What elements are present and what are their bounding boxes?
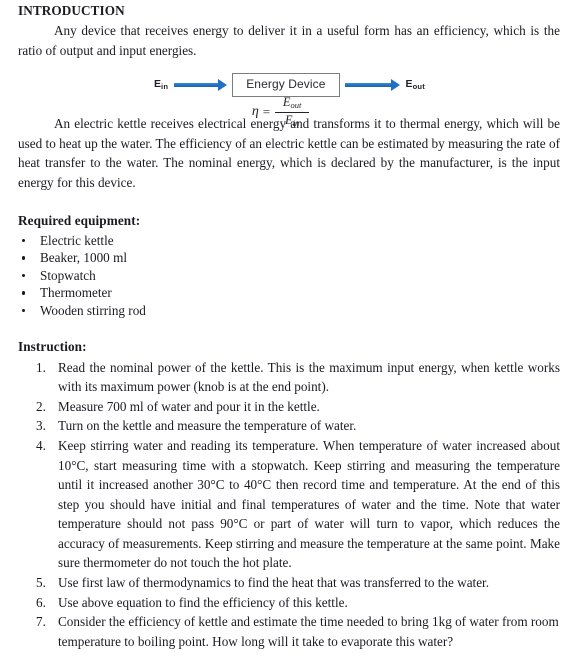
step-text: Measure 700 ml of water and pour it in t… [58, 398, 320, 414]
list-item: 2. Measure 700 ml of water and pour it in… [0, 397, 579, 417]
bullet-icon [22, 273, 26, 278]
instruction-list: 1. Read the nominal power of the kettle. … [0, 358, 579, 652]
energy-output-label: Eout [405, 78, 425, 92]
fraction-numerator: Eout [282, 95, 302, 111]
energy-input-label: Ein [154, 78, 169, 92]
step-number: 3. [36, 418, 46, 434]
instruction-heading: Instruction: [18, 338, 87, 354]
list-item: 3. Turn on the kettle and measure the tem… [0, 416, 579, 436]
list-item: Electric kettle [0, 232, 579, 250]
equals-symbol: = [262, 103, 271, 119]
step-text: Use first law of thermodynamics to find … [58, 575, 490, 591]
list-item: 5. Use first law of thermodynamics to fin… [0, 573, 579, 593]
step-text: Read the nominal power of the kettle. Th… [58, 359, 560, 395]
step-number: 7. [36, 614, 46, 630]
list-item: Thermometer [0, 284, 579, 302]
step-number: 4. [36, 437, 46, 453]
energy-device-diagram: Ein Energy Device Eout η = Eout Ein [0, 69, 579, 127]
introduction-heading: INTRODUCTION [18, 3, 125, 18]
input-arrow-icon [174, 78, 228, 91]
efficiency-equation: η = Eout Ein [0, 95, 579, 128]
step-number: 5. [36, 575, 46, 591]
equipment-item-label: Wooden stirring rod [40, 302, 146, 318]
bullet-icon [22, 291, 26, 295]
equipment-item-label: Electric kettle [40, 232, 114, 248]
equipment-item-label: Thermometer [40, 285, 112, 301]
list-item: 6. Use above equation to find the efficie… [0, 593, 579, 613]
step-text: Use above equation to find the efficienc… [58, 594, 348, 610]
step-number: 2. [36, 398, 46, 414]
list-item: Beaker, 1000 ml [0, 249, 579, 267]
step-text: Keep stirring water and reading its temp… [58, 437, 560, 571]
spacer-before-instruction [0, 320, 579, 339]
step-text: Turn on the kettle and measure the tempe… [58, 418, 357, 434]
output-arrow-icon [344, 78, 400, 91]
step-text: Consider the efficiency of kettle and es… [58, 614, 559, 649]
introduction-paragraph: Any device that receives energy to deliv… [18, 23, 560, 58]
bullet-icon [22, 238, 26, 242]
list-item: Stopwatch [0, 267, 579, 285]
list-item: 1. Read the nominal power of the kettle. … [0, 358, 579, 397]
equipment-item-label: Beaker, 1000 ml [40, 250, 127, 266]
document-page: INTRODUCTION Any device that receives en… [0, 3, 579, 656]
eta-symbol: η [251, 103, 259, 119]
bullet-icon [22, 308, 26, 313]
list-item: 7. Consider the efficiency of kettle and … [0, 612, 579, 651]
fraction-denominator: Ein [285, 112, 300, 128]
required-equipment-heading: Required equipment: [18, 212, 141, 228]
step-number: 6. [36, 594, 46, 610]
equipment-item-label: Stopwatch [40, 267, 96, 283]
energy-device-box: Energy Device [232, 72, 340, 97]
energy-fraction: Eout Ein [275, 95, 310, 128]
step-number: 1. [36, 359, 46, 375]
list-item: 4. Keep stirring water and reading its te… [0, 436, 579, 573]
equipment-list: Electric kettle Beaker, 1000 ml Stopwatc… [0, 232, 579, 320]
bullet-icon [22, 256, 26, 260]
spacer-before-equipment [0, 193, 579, 213]
list-item: Wooden stirring rod [0, 302, 579, 320]
